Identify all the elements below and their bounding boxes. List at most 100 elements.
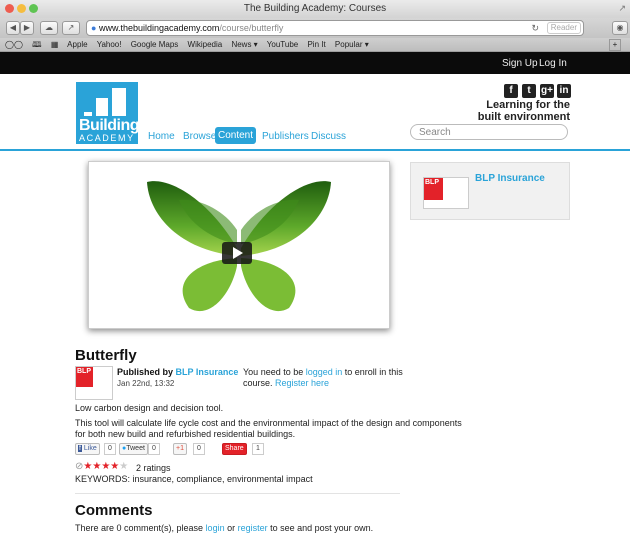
reload-icon[interactable]: ↻ bbox=[531, 21, 539, 35]
linkedin-icon[interactable]: in bbox=[557, 84, 571, 98]
logo-text-academy: ACADEMY bbox=[79, 133, 135, 143]
course-summary: Low carbon design and decision tool. bbox=[75, 403, 224, 413]
url-path: /course/butterfly bbox=[219, 23, 284, 33]
tweet-count: 0 bbox=[148, 443, 160, 455]
logo-bar bbox=[84, 112, 92, 116]
browser-toolbar: ◀ ▶ ☁ ↗ ● www.thebuildingacademy.com/cou… bbox=[0, 18, 630, 38]
video-player[interactable] bbox=[88, 161, 390, 329]
enroll-text: You need to be bbox=[243, 367, 306, 377]
gplus-label: +1 bbox=[176, 445, 184, 452]
logged-in-link[interactable]: logged in bbox=[306, 367, 343, 377]
published-by-label: Published by bbox=[117, 367, 176, 377]
bookmark-item[interactable]: Pin It bbox=[307, 40, 325, 49]
bookmark-item[interactable]: Yahoo! bbox=[97, 40, 122, 49]
play-button[interactable] bbox=[222, 242, 252, 264]
play-icon bbox=[233, 247, 243, 259]
description-line: This tool will calculate life cycle cost… bbox=[75, 418, 462, 428]
site-logo[interactable]: Building ACADEMY bbox=[76, 82, 139, 144]
bookmarks-book-icon[interactable]: 🕮 bbox=[32, 40, 41, 49]
description-line: for both new build and refurbished resid… bbox=[75, 429, 296, 439]
nav-content[interactable]: Content bbox=[215, 127, 256, 144]
address-bar[interactable]: ● www.thebuildingacademy.com/course/butt… bbox=[86, 20, 584, 36]
blp-logo-mark: BLP bbox=[76, 367, 93, 387]
url-domain: www.thebuildingacademy.com bbox=[98, 23, 220, 33]
share-icon[interactable]: ↗ bbox=[62, 21, 80, 35]
share-count: 1 bbox=[252, 443, 264, 455]
comments-message: There are 0 comment(s), please login or … bbox=[75, 523, 373, 533]
blp-logo-mark: BLP bbox=[424, 178, 443, 200]
nav-browse[interactable]: Browse bbox=[183, 131, 216, 142]
facebook-icon[interactable]: f bbox=[504, 84, 518, 98]
publisher-link[interactable]: BLP Insurance bbox=[176, 367, 239, 377]
comments-text: or bbox=[224, 523, 238, 533]
publisher-logo: BLP bbox=[75, 366, 113, 400]
window-title: The Building Academy: Courses bbox=[243, 3, 387, 14]
reader-button[interactable]: Reader bbox=[546, 22, 581, 34]
downloads-icon[interactable]: ◉ bbox=[612, 21, 628, 35]
tweet-button[interactable]: ●Tweet bbox=[119, 443, 148, 455]
bookmark-item[interactable]: Google Maps bbox=[131, 40, 179, 49]
star-icon[interactable]: ★ bbox=[83, 461, 92, 472]
new-tab-button[interactable]: + bbox=[609, 39, 621, 51]
nav-discuss[interactable]: Discuss bbox=[311, 131, 346, 142]
reading-list-icon[interactable]: ◯◯ bbox=[5, 40, 23, 49]
forward-button[interactable]: ▶ bbox=[20, 21, 34, 35]
star-icon[interactable]: ★ bbox=[92, 461, 101, 472]
fullscreen-icon[interactable]: ↗ bbox=[618, 3, 626, 14]
icloud-tabs-icon[interactable]: ☁ bbox=[40, 21, 58, 35]
twitter-icon[interactable]: t bbox=[522, 84, 536, 98]
globe-icon: ● bbox=[91, 23, 97, 33]
enroll-message: You need to be logged in to enroll in th… bbox=[243, 367, 403, 389]
publisher-card-name[interactable]: BLP Insurance bbox=[475, 173, 545, 184]
comments-login-link[interactable]: login bbox=[206, 523, 225, 533]
tweet-label: Tweet bbox=[126, 445, 145, 452]
nav-home[interactable]: Home bbox=[148, 131, 175, 142]
share-button[interactable]: Share bbox=[222, 443, 247, 455]
comments-register-link[interactable]: register bbox=[238, 523, 268, 533]
logo-bar bbox=[112, 88, 126, 116]
tagline-line2: built environment bbox=[477, 111, 570, 123]
site-topbar: Sign Up Log In bbox=[0, 52, 630, 74]
enroll-text: course. bbox=[243, 378, 276, 388]
bookmark-item[interactable]: News ▾ bbox=[231, 40, 257, 49]
search-input[interactable]: Search bbox=[410, 124, 568, 140]
star-icon[interactable]: ★ bbox=[110, 461, 119, 472]
bookmark-item[interactable]: Wikipedia bbox=[188, 40, 223, 49]
facebook-icon: f bbox=[78, 445, 82, 452]
page-title: Butterfly bbox=[75, 347, 137, 364]
star-icon[interactable]: ★ bbox=[119, 461, 128, 472]
comments-text: There are 0 comment(s), please bbox=[75, 523, 206, 533]
section-divider bbox=[75, 493, 400, 494]
enroll-text: to enroll in this bbox=[342, 367, 403, 377]
publisher-card[interactable]: BLP BLP Insurance bbox=[410, 162, 570, 220]
gplus-button[interactable]: +1 bbox=[173, 443, 187, 455]
like-label: Like bbox=[83, 445, 97, 452]
keywords: KEYWORDS: insurance, compliance, environ… bbox=[75, 474, 313, 484]
bookmarks-bar: ◯◯ 🕮 ▦ Apple Yahoo! Google Maps Wikipedi… bbox=[0, 38, 630, 52]
course-description: This tool will calculate life cycle cost… bbox=[75, 418, 462, 440]
published-by: Published by BLP Insurance bbox=[117, 367, 238, 377]
gplus-count: 0 bbox=[193, 443, 205, 455]
register-here-link[interactable]: Register here bbox=[275, 378, 329, 388]
publish-date: Jan 22nd, 13:32 bbox=[117, 379, 175, 388]
header-divider bbox=[0, 149, 630, 151]
signup-link[interactable]: Sign Up bbox=[502, 58, 538, 69]
facebook-like-button[interactable]: f Like bbox=[75, 443, 100, 455]
rating-stars[interactable]: ⊘★★★★★ bbox=[75, 461, 128, 472]
nav-publishers[interactable]: Publishers bbox=[262, 131, 309, 142]
like-count: 0 bbox=[104, 443, 116, 455]
tagline-line1: Learning for the bbox=[486, 99, 570, 111]
back-button[interactable]: ◀ bbox=[6, 21, 20, 35]
star-icon[interactable]: ★ bbox=[101, 461, 110, 472]
comments-heading: Comments bbox=[75, 502, 153, 519]
comments-text: to see and post your own. bbox=[267, 523, 374, 533]
bookmark-item[interactable]: Popular ▾ bbox=[335, 40, 369, 49]
top-sites-icon[interactable]: ▦ bbox=[51, 40, 59, 49]
blp-logo: BLP bbox=[423, 177, 469, 209]
ratings-count: 2 ratings bbox=[136, 463, 171, 473]
bookmark-item[interactable]: Apple bbox=[67, 40, 87, 49]
googleplus-icon[interactable]: g+ bbox=[540, 84, 554, 98]
login-link[interactable]: Log In bbox=[539, 58, 567, 69]
bookmark-item[interactable]: YouTube bbox=[267, 40, 298, 49]
star-rating[interactable]: ★★★★★ bbox=[83, 461, 128, 472]
